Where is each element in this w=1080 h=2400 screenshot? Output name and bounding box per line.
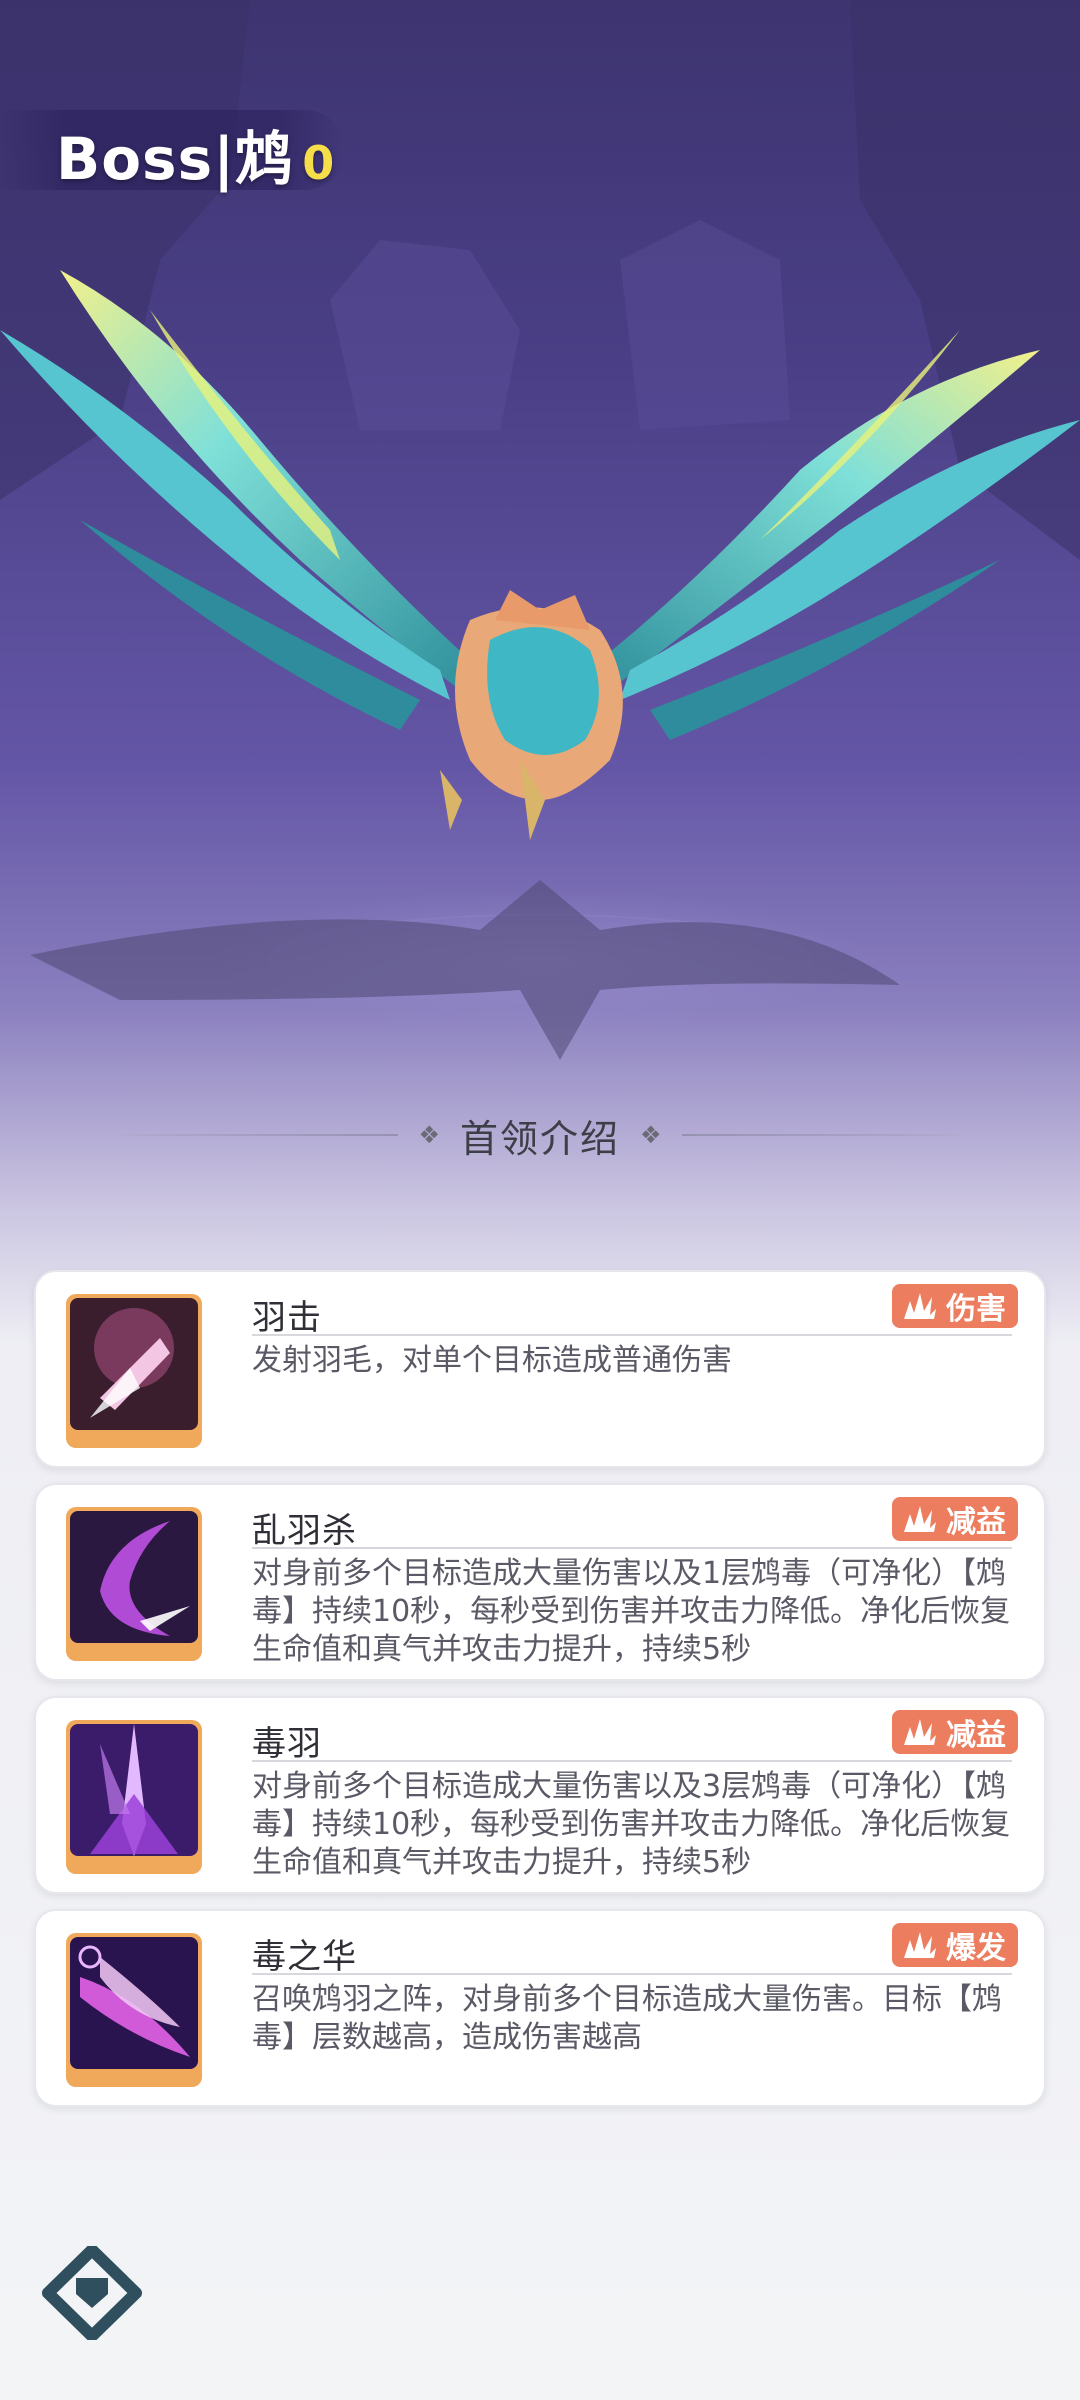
skill-icon: [66, 1294, 202, 1448]
skill-tag: 爆发: [892, 1923, 1018, 1967]
skill-name: 毒之华: [252, 1937, 357, 1977]
skill-tag: 减益: [892, 1497, 1018, 1541]
skill-divider: [252, 1973, 1012, 1975]
skill-tag-label: 伤害: [946, 1292, 1006, 1327]
skill-name: 毒羽: [252, 1724, 322, 1764]
divider-right: [681, 1134, 961, 1136]
skill-description: 召唤鸩羽之阵，对身前多个目标造成大量伤害。目标【鸩毒】层数越高，造成伤害越高: [252, 1982, 1002, 2055]
skill-divider: [252, 1760, 1012, 1762]
feather-slash-icon: [70, 1511, 198, 1643]
skill-name: 羽击: [252, 1298, 322, 1338]
feather-strike-icon: [70, 1298, 198, 1430]
skill-tag-label: 爆发: [946, 1931, 1006, 1966]
skill-description: 发射羽毛，对单个目标造成普通伤害: [252, 1343, 732, 1378]
poison-feather-icon: [70, 1724, 198, 1856]
star-count: 0: [302, 136, 336, 190]
skill-icon: [66, 1720, 202, 1874]
skill-tag: 伤害: [892, 1284, 1018, 1328]
skill-name: 乱羽杀: [252, 1511, 357, 1551]
section-title: 首领介绍: [460, 1116, 621, 1161]
skill-divider: [252, 1334, 1012, 1336]
skill-card[interactable]: 乱羽杀 减益 对身前多个目标造成大量伤害以及1层鸩毒（可净化）【鸩毒】持续10秒…: [34, 1483, 1046, 1681]
claw-icon: [904, 1932, 936, 1958]
skill-description: 对身前多个目标造成大量伤害以及1层鸩毒（可净化）【鸩毒】持续10秒，每秒受到伤害…: [252, 1556, 1011, 1667]
diamond-icon: ❖: [418, 1121, 440, 1149]
diamond-icon: ❖: [640, 1121, 662, 1149]
skill-icon: [66, 1933, 202, 2087]
skill-tag-label: 减益: [946, 1718, 1006, 1753]
game-logo-icon[interactable]: [36, 2244, 148, 2342]
boss-title: Boss|鸩 0: [56, 112, 336, 193]
boss-name: Boss|鸩: [56, 125, 295, 193]
skill-tag-label: 减益: [946, 1505, 1006, 1540]
poison-bloom-icon: [70, 1937, 198, 2069]
skill-list: 羽击 伤害 发射羽毛，对单个目标造成普通伤害 乱羽杀 减益 对身前多个目标造成大…: [34, 1270, 1046, 2122]
divider-left: [120, 1134, 399, 1136]
claw-icon: [904, 1293, 936, 1319]
skill-description: 对身前多个目标造成大量伤害以及3层鸩毒（可净化）【鸩毒】持续10秒，每秒受到伤害…: [252, 1769, 1011, 1880]
claw-icon: [904, 1506, 936, 1532]
skill-divider: [252, 1547, 1012, 1549]
section-header: ❖ 首领介绍 ❖: [120, 1100, 961, 1170]
claw-icon: [904, 1719, 936, 1745]
skill-icon: [66, 1507, 202, 1661]
skill-card[interactable]: 毒之华 爆发 召唤鸩羽之阵，对身前多个目标造成大量伤害。目标【鸩毒】层数越高，造…: [34, 1909, 1046, 2107]
skill-card[interactable]: 羽击 伤害 发射羽毛，对单个目标造成普通伤害: [34, 1270, 1046, 1468]
skill-card[interactable]: 毒羽 减益 对身前多个目标造成大量伤害以及3层鸩毒（可净化）【鸩毒】持续10秒，…: [34, 1696, 1046, 1894]
skill-tag: 减益: [892, 1710, 1018, 1754]
